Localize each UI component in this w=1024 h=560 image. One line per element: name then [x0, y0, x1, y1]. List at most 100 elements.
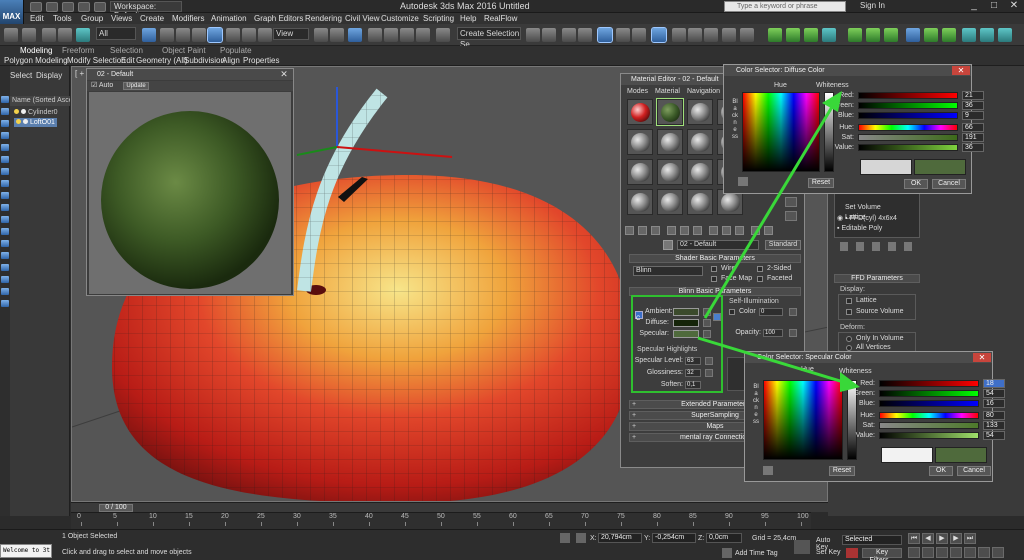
preview-title[interactable]: 02 - Default: [87, 69, 293, 80]
realflow-settings-icon[interactable]: [906, 28, 920, 42]
time-slider[interactable]: 0 / 100: [99, 504, 133, 512]
show-shaded-icon[interactable]: [722, 226, 731, 235]
specular-cancel-button[interactable]: Cancel: [957, 466, 991, 476]
lock-icon[interactable]: C: [635, 311, 643, 322]
minimize-button[interactable]: _: [964, 0, 984, 12]
specular-level-map-button[interactable]: [705, 357, 713, 365]
key-icon[interactable]: [794, 540, 810, 554]
menu-customize[interactable]: Customize: [381, 13, 419, 24]
menu-create[interactable]: Create: [140, 13, 164, 24]
tab-populate[interactable]: Populate: [220, 46, 252, 55]
maxscript-listener[interactable]: Welcome to 3t: [0, 544, 52, 558]
curve-editor-icon[interactable]: [616, 28, 630, 42]
close-button[interactable]: ✕: [1004, 0, 1024, 12]
time-slider-track[interactable]: 0 / 100: [71, 502, 828, 512]
go-forward-sibling-icon[interactable]: [764, 226, 773, 235]
hue-blackness-field[interactable]: [763, 380, 843, 460]
material-slot[interactable]: [627, 99, 653, 125]
render-setup-icon[interactable]: [672, 28, 686, 42]
subtab-edit[interactable]: Edit: [121, 56, 135, 65]
faceted-checkbox[interactable]: [757, 276, 763, 282]
strip-icon[interactable]: [1, 180, 9, 187]
menu-group[interactable]: Group: [81, 13, 103, 24]
strip-icon[interactable]: [1, 252, 9, 259]
modifier-ffd[interactable]: ◉ ▪ FFD(cyl) 4x6x4: [837, 215, 897, 223]
redo-icon[interactable]: [22, 28, 36, 42]
glossiness-map-button[interactable]: [705, 369, 713, 377]
align-icon[interactable]: [542, 28, 556, 42]
pin-stack-icon[interactable]: [840, 242, 848, 251]
sat-spinner[interactable]: 133: [983, 421, 1005, 430]
set-key-icon[interactable]: [846, 548, 858, 558]
two-sided-checkbox[interactable]: [757, 266, 763, 272]
orbit-icon[interactable]: [978, 547, 990, 558]
realflow-graph-icon[interactable]: [962, 28, 976, 42]
menu-graph-editors[interactable]: Graph Editors: [254, 13, 303, 24]
update-button[interactable]: Update: [123, 82, 149, 90]
sat-slider[interactable]: [858, 134, 958, 141]
select-and-scale-icon[interactable]: [242, 28, 256, 42]
save-icon[interactable]: [62, 2, 74, 12]
eyedropper-icon[interactable]: [663, 240, 673, 250]
strip-icon[interactable]: [1, 240, 9, 247]
material-editor-icon[interactable]: [651, 27, 667, 43]
preview-close-button[interactable]: ✕: [277, 69, 291, 79]
diffuse-swatch[interactable]: [673, 319, 699, 327]
key-filters-button[interactable]: Key Filters...: [862, 548, 902, 560]
app-logo-button[interactable]: MAX: [0, 0, 24, 24]
shader-dropdown[interactable]: Blinn: [633, 266, 703, 276]
x-coordinate-field[interactable]: 20,794cm: [598, 533, 642, 543]
set-key-button[interactable]: Set Key: [816, 549, 841, 556]
pan-icon[interactable]: [964, 547, 976, 558]
strip-icon[interactable]: [1, 300, 9, 307]
menu-edit[interactable]: Edit: [30, 13, 44, 24]
activeshade-icon[interactable]: [740, 28, 754, 42]
schematic-view-icon[interactable]: [632, 28, 646, 42]
green-spinner[interactable]: 36: [962, 101, 984, 110]
strip-icon[interactable]: [1, 204, 9, 211]
go-to-parent-icon[interactable]: [751, 226, 760, 235]
get-material-icon[interactable]: [625, 226, 634, 235]
key-mode-dropdown[interactable]: Selected: [842, 535, 902, 545]
link-icon[interactable]: [42, 28, 56, 42]
glossiness-spinner[interactable]: 32: [685, 369, 701, 377]
track-bar[interactable]: 0 5 10 15 20 25 30 35 40 45 50 55 60 65 70 75 80 85 90 95 10…: [71, 512, 811, 529]
hue-blackness-field[interactable]: [742, 92, 820, 172]
rollout-ffd-parameters[interactable]: FFD Parameters: [834, 274, 920, 283]
window-crossing-icon[interactable]: [192, 28, 206, 42]
blue-slider[interactable]: [879, 400, 979, 407]
search-input[interactable]: Type a keyword or phrase: [724, 1, 846, 12]
sign-in-link[interactable]: Sign In: [860, 1, 885, 11]
y-coordinate-field[interactable]: -0,254cm: [652, 533, 696, 543]
strip-icon[interactable]: [1, 192, 9, 199]
pivot-center-icon[interactable]: [314, 28, 328, 42]
go-to-end-button[interactable]: ⏭: [964, 533, 976, 544]
material-slot[interactable]: [627, 189, 653, 215]
realflow-sim-icon[interactable]: [848, 28, 862, 42]
manipulate-icon[interactable]: [330, 28, 344, 42]
material-slot-active[interactable]: [656, 98, 684, 126]
realflow-export-icon[interactable]: [866, 28, 880, 42]
ambient-swatch[interactable]: [673, 308, 699, 316]
value-spinner[interactable]: 54: [983, 431, 1005, 440]
go-to-start-button[interactable]: ⏮: [908, 533, 920, 544]
opacity-map-button[interactable]: [789, 329, 797, 337]
material-slot[interactable]: [657, 159, 683, 185]
red-spinner[interactable]: 21: [962, 91, 984, 100]
diffuse-selector-title[interactable]: Color Selector: Diffuse Color: [724, 65, 971, 76]
material-name-field[interactable]: 02 - Default: [677, 240, 759, 250]
wire-checkbox[interactable]: [711, 266, 717, 272]
menu-views[interactable]: Views: [111, 13, 132, 24]
hue-slider[interactable]: [858, 124, 958, 131]
menu-realflow[interactable]: RealFlow: [484, 13, 517, 24]
subtab-properties[interactable]: Properties: [243, 56, 279, 65]
strip-icon[interactable]: [1, 264, 9, 271]
value-slider[interactable]: [858, 144, 958, 151]
material-navigator-icon[interactable]: [785, 211, 797, 221]
strip-icon[interactable]: [1, 276, 9, 283]
toggle-layer-explorer-icon[interactable]: [578, 28, 592, 42]
new-icon[interactable]: [30, 2, 42, 12]
reference-coordinate-dropdown[interactable]: View: [273, 28, 309, 40]
tab-freeform[interactable]: Freeform: [62, 46, 94, 55]
menu-help[interactable]: Help: [460, 13, 476, 24]
